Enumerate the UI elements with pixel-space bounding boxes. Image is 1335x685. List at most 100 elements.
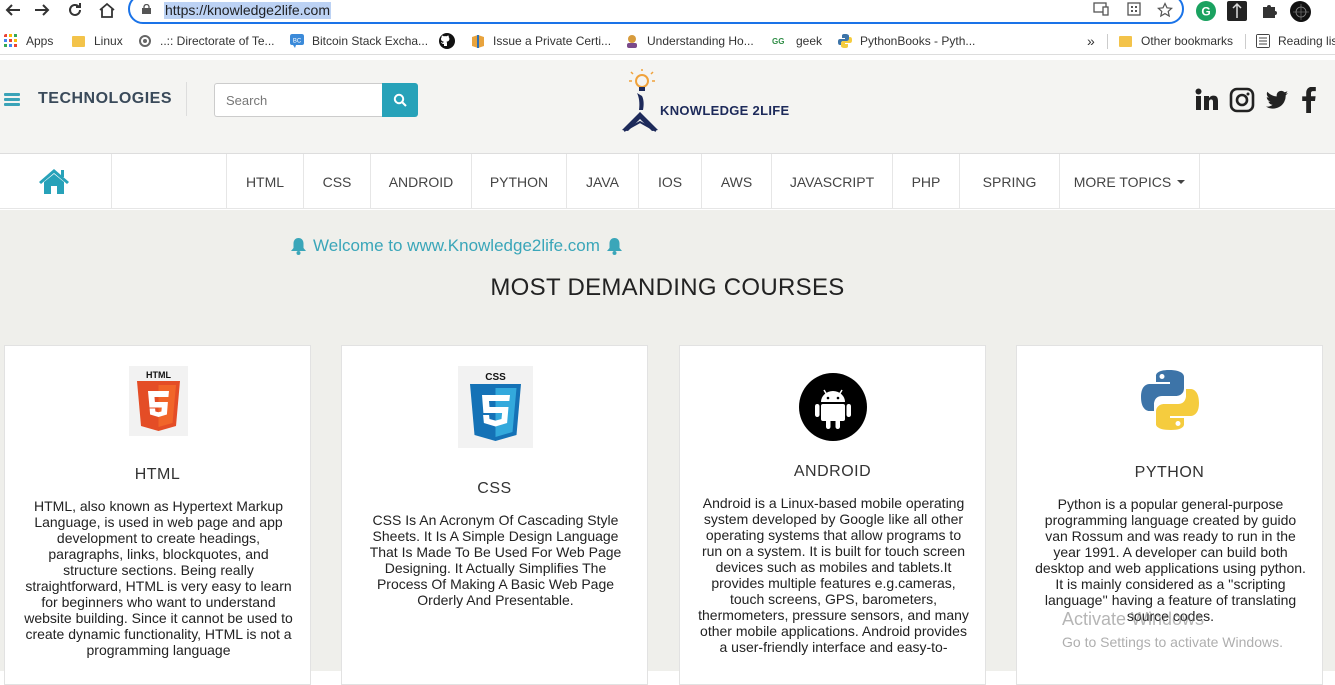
forward-arrow-icon[interactable] [32,0,52,20]
svg-text:HTML: HTML [146,370,171,380]
course-card-android[interactable]: ANDROID Android is a Linux-based mobile … [679,345,986,685]
course-description: CSS Is An Acronym Of Cascading Style She… [369,512,622,608]
bookmarks-overflow-button[interactable]: » [1087,33,1095,49]
course-card-html[interactable]: HTML HTML HTML, also known as Hypertext … [4,345,311,685]
stackexchange-icon: BC [290,34,304,48]
reading-list-icon [1256,34,1270,48]
bookmark-geek[interactable]: GG geek [772,33,822,49]
qr-code-icon[interactable] [1126,2,1142,18]
course-title: PYTHON [1134,464,1205,481]
twitter-icon[interactable] [1264,87,1290,113]
profile-avatar[interactable] [1290,1,1311,22]
logo-text: KNOWLEDGE 2LIFE [660,103,790,118]
welcome-text: Welcome to www.Knowledge2life.com [313,236,600,255]
geeksforgeeks-icon: GG [772,37,784,46]
course-title: ANDROID [793,463,872,480]
home-nav-item[interactable] [0,154,112,209]
nav-more-topics[interactable]: MORE TOPICS [1059,154,1200,209]
python-icon [838,34,852,48]
github-icon [439,33,455,49]
welcome-banner: Welcome to www.Knowledge2life.com [284,236,629,256]
folder-icon [72,35,85,47]
reload-icon[interactable] [65,0,85,20]
bookmark-label: Understanding Ho... [647,34,754,48]
bookmark-directorate[interactable]: ..:: Directorate of Te... [138,33,275,49]
nav-spring[interactable]: SPRING [959,154,1059,209]
apps-grid-icon [4,34,17,47]
nav-ios[interactable]: IOS [638,154,701,209]
bookmark-label: Linux [94,34,123,48]
nav-aws[interactable]: AWS [701,154,771,209]
nav-javascript[interactable]: JAVASCRIPT [771,154,892,209]
bookmark-pythonbooks[interactable]: PythonBooks - Pyth... [838,33,975,49]
logo-icon [622,69,658,132]
linkedin-icon[interactable] [1194,87,1220,113]
svg-text:G: G [1201,5,1210,19]
bookmarks-divider [1245,34,1246,49]
nav-android[interactable]: ANDROID [370,154,471,209]
site-logo[interactable]: KNOWLEDGE 2LIFE [620,68,795,134]
topic-nav: HTML CSS ANDROID PYTHON JAVA IOS AWS JAV… [0,154,1335,209]
course-card-css[interactable]: CSS CSS CSS Is An Acronym Of Cascading S… [341,345,648,685]
facebook-icon[interactable] [1298,86,1324,113]
nav-java[interactable]: JAVA [566,154,638,209]
header-divider [186,82,187,116]
url-text[interactable]: https://knowledge2life.com [164,2,331,19]
reading-list[interactable]: Reading lis [1256,33,1335,49]
bookmark-label: ..:: Directorate of Te... [160,34,275,48]
instagram-icon[interactable] [1229,87,1255,113]
android-icon [799,373,867,441]
address-bar[interactable]: https://knowledge2life.com [128,0,1184,24]
bookmark-linux[interactable]: Linux [72,33,123,49]
course-title: CSS [477,480,512,497]
search-button[interactable] [382,83,418,117]
home-browser-icon[interactable] [97,0,117,20]
more-topics-label: MORE TOPICS [1073,173,1172,190]
avatar-icon [627,35,637,48]
bookmarks-divider [1107,34,1108,49]
bookmark-label: PythonBooks - Pyth... [860,34,976,48]
bookmark-apps[interactable]: Apps [4,33,53,49]
caret-down-icon [1177,179,1186,184]
hamburger-menu-icon[interactable] [4,93,20,106]
browser-toolbar: https://knowledge2life.com G [0,0,1335,24]
bell-icon [291,238,306,255]
home-icon [39,169,69,194]
svg-text:GG: GG [772,37,784,46]
nav-python[interactable]: PYTHON [471,154,566,209]
activate-windows-watermark: Activate Windows [1062,609,1205,629]
search-icon [393,93,407,107]
bookmark-label: Apps [26,34,54,48]
extension-icon[interactable] [1227,1,1247,21]
gear-icon [139,35,151,47]
bookmark-understanding[interactable]: Understanding Ho... [625,33,754,49]
bell-icon [606,238,622,255]
puzzle-icon[interactable] [1259,1,1279,21]
bookmark-bitcoin[interactable]: BC Bitcoin Stack Excha... [290,33,428,49]
bookmark-certificate[interactable]: Issue a Private Certi... [471,33,611,49]
nav-php[interactable]: PHP [892,154,959,209]
star-icon[interactable] [1157,2,1173,18]
bookmark-label: geek [796,34,823,48]
bookmarks-bar: Apps Linux ..:: Directorate of Te... BC … [0,28,1335,55]
activate-windows-subtext: Go to Settings to activate Windows. [1062,634,1283,650]
section-title: MOST DEMANDING COURSES [490,274,845,301]
grammarly-icon[interactable]: G [1196,1,1216,21]
svg-text:BC: BC [293,39,302,45]
html5-icon: HTML [129,366,188,436]
python-logo-icon [1141,370,1199,430]
bookmark-github[interactable] [439,33,463,49]
svg-text:CSS: CSS [485,372,506,383]
other-bookmarks[interactable]: Other bookmarks [1119,33,1233,49]
folder-icon [1119,35,1132,47]
bookmark-label: Bitcoin Stack Excha... [312,34,429,48]
site-header: TECHNOLOGIES KNOWLEDGE 2LIFE [0,60,1335,154]
cast-icon[interactable] [1093,2,1109,18]
technologies-link[interactable]: TECHNOLOGIES [38,90,172,108]
back-arrow-icon[interactable] [3,0,23,20]
search-input[interactable] [214,83,383,117]
nav-html[interactable]: HTML [226,154,303,209]
bookmark-label: Issue a Private Certi... [493,34,612,48]
course-description: Android is a Linux-based mobile operatin… [698,495,969,655]
nav-css[interactable]: CSS [303,154,370,209]
